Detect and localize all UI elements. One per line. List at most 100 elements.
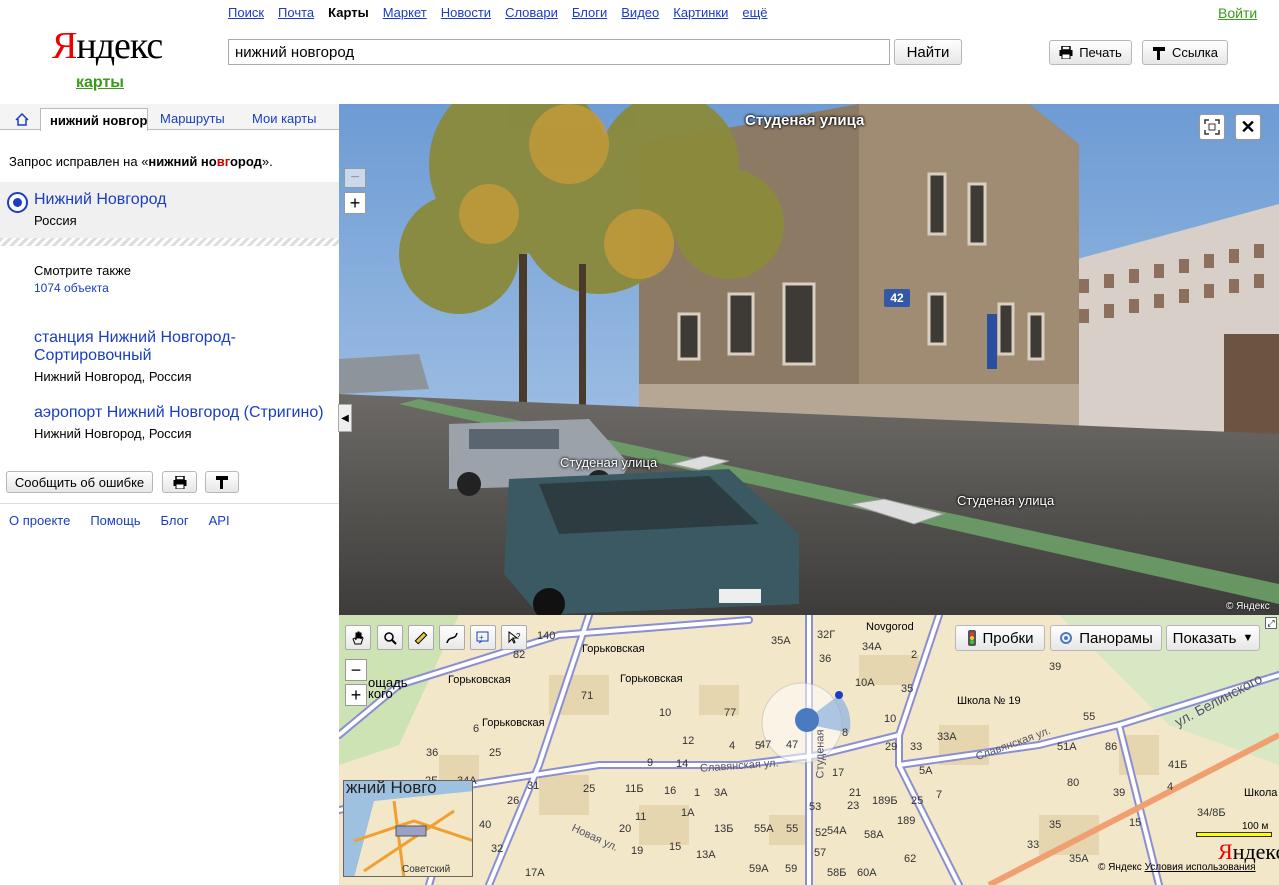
footer-link-blog[interactable]: Блог (161, 513, 189, 528)
yandex-logo[interactable]: Яндекс (52, 24, 163, 68)
map-label: 19 (631, 845, 644, 857)
metro-label: Горьковская (582, 643, 645, 655)
result-name[interactable]: станция Нижний Новгород-Сортировочный (34, 329, 294, 365)
footer-link-help[interactable]: Помощь (90, 513, 140, 528)
tab-search-results[interactable]: нижний новгород (40, 108, 148, 131)
ruler-icon (414, 631, 428, 644)
svg-text:?: ? (516, 632, 521, 641)
nav-link[interactable]: ещё (742, 5, 767, 20)
map-view[interactable]: 140 82 35А 32Г 34А 2 39 36 10А 71 77 10 … (339, 615, 1279, 885)
map-label: 1А (681, 807, 695, 819)
service-name-link[interactable]: карты (76, 74, 124, 92)
divider (0, 503, 339, 504)
map-label: 55 (786, 823, 799, 835)
ruler-tool-button[interactable] (408, 625, 434, 650)
query-part: ород (229, 154, 262, 169)
map-label: 10 (884, 713, 897, 725)
nav-link[interactable]: Карты (328, 5, 369, 20)
traffic-light-icon (967, 630, 976, 646)
nav-link[interactable]: Словари (505, 5, 558, 20)
hand-tool-button[interactable] (345, 625, 371, 650)
login-link[interactable]: Войти (1218, 5, 1257, 21)
result-region: Россия (34, 213, 77, 228)
nav-link[interactable]: Видео (621, 5, 659, 20)
map-label: 140 (537, 630, 556, 642)
map-label: 189Б (872, 795, 898, 807)
tab-home[interactable] (8, 108, 36, 130)
panorama-zoom-in-button[interactable]: + (344, 192, 366, 214)
map-label: 35 (1049, 819, 1062, 831)
map-label: 86 (1105, 741, 1118, 753)
zoom-area-tool-button[interactable] (377, 625, 403, 650)
map-label: 11Б (625, 783, 644, 795)
print-small-button[interactable] (162, 471, 197, 493)
panoramas-button[interactable]: Панорамы (1050, 625, 1162, 651)
result-name[interactable]: аэропорт Нижний Новгород (Стригино) (34, 404, 324, 422)
notice-suffix: ». (261, 154, 273, 169)
show-layers-dropdown[interactable]: Показать ▼ (1166, 625, 1260, 651)
link-small-button[interactable] (205, 471, 239, 493)
map-label: 39 (1049, 661, 1062, 673)
what-here-tool-button[interactable]: ? (501, 625, 527, 650)
map-label: 20 (619, 823, 632, 835)
map-label: 59А (749, 863, 769, 875)
link-icon (216, 476, 228, 489)
house-number-plate: 42 (884, 289, 910, 307)
map-label: 35А (771, 635, 791, 647)
map-zoom-out-button[interactable]: − (345, 659, 367, 681)
panorama-zoom-out-button[interactable]: − (344, 168, 366, 188)
search-button[interactable]: Найти (894, 39, 962, 65)
map-label: 12 (682, 735, 695, 747)
map-label: 47 (786, 739, 799, 751)
add-object-tool-button[interactable]: + (470, 625, 496, 650)
map-label: 35 (901, 683, 914, 695)
map-label: 33 (910, 741, 923, 753)
map-label: 15 (669, 841, 682, 853)
panorama-copyright: © Яндекс (1226, 601, 1270, 612)
link-button[interactable]: Ссылка (1142, 40, 1228, 65)
map-label: 21 (849, 787, 862, 799)
search-input[interactable] (228, 39, 890, 65)
close-icon[interactable]: ✕ (1235, 114, 1261, 140)
expand-map-icon[interactable]: ⤢ (1265, 617, 1277, 629)
nav-link[interactable]: Почта (278, 5, 314, 20)
terms-link[interactable]: Условия использования (1145, 862, 1256, 873)
logo-letter: Я (1218, 839, 1233, 864)
tab-routes[interactable]: Маршруты (160, 111, 225, 126)
nav-link[interactable]: Новости (441, 5, 491, 20)
map-label: 25 (583, 783, 596, 795)
map-label: 55А (754, 823, 774, 835)
see-also-count-link[interactable]: 1074 объекта (34, 281, 109, 295)
map-label: 29 (885, 741, 898, 753)
panorama-title: Студеная улица (745, 112, 865, 129)
logo-rest: ндекс (76, 25, 163, 67)
route-tool-button[interactable] (439, 625, 465, 650)
map-label: 6 (473, 723, 480, 735)
traffic-button[interactable]: Пробки (955, 625, 1045, 651)
fullscreen-icon[interactable] (1199, 114, 1225, 140)
collapse-sidebar-button[interactable]: ◀ (338, 404, 352, 432)
map-zoom-in-button[interactable]: + (345, 684, 367, 706)
panorama-street-label[interactable]: Студеная улица (957, 493, 1054, 508)
footer-link-api[interactable]: API (209, 513, 230, 528)
footer-link-about[interactable]: О проекте (9, 513, 70, 528)
traffic-label: Пробки (982, 629, 1034, 647)
map-label: 34А (862, 641, 882, 653)
nav-link[interactable]: Маркет (383, 5, 427, 20)
nav-link[interactable]: Блоги (572, 5, 607, 20)
report-error-button[interactable]: Сообщить об ошибке (6, 471, 153, 493)
tab-my-maps[interactable]: Мои карты (252, 111, 317, 126)
nav-link[interactable]: Поиск (228, 5, 264, 20)
result-name[interactable]: Нижний Новгород (34, 191, 166, 209)
nav-link[interactable]: Картинки (673, 5, 728, 20)
print-button[interactable]: Печать (1049, 40, 1132, 65)
map-label: 53 (809, 801, 822, 813)
see-also-label: Смотрите также (34, 263, 132, 278)
panorama-street-label[interactable]: Студеная улица (560, 455, 657, 470)
scale-bar (1196, 832, 1272, 837)
corrected-query[interactable]: нижний новгород (148, 154, 261, 169)
notice-prefix: Запрос исправлен на « (9, 154, 149, 169)
map-label: 36 (426, 747, 439, 759)
street-panorama[interactable] (339, 104, 1279, 615)
map-label: 9 (647, 757, 654, 769)
